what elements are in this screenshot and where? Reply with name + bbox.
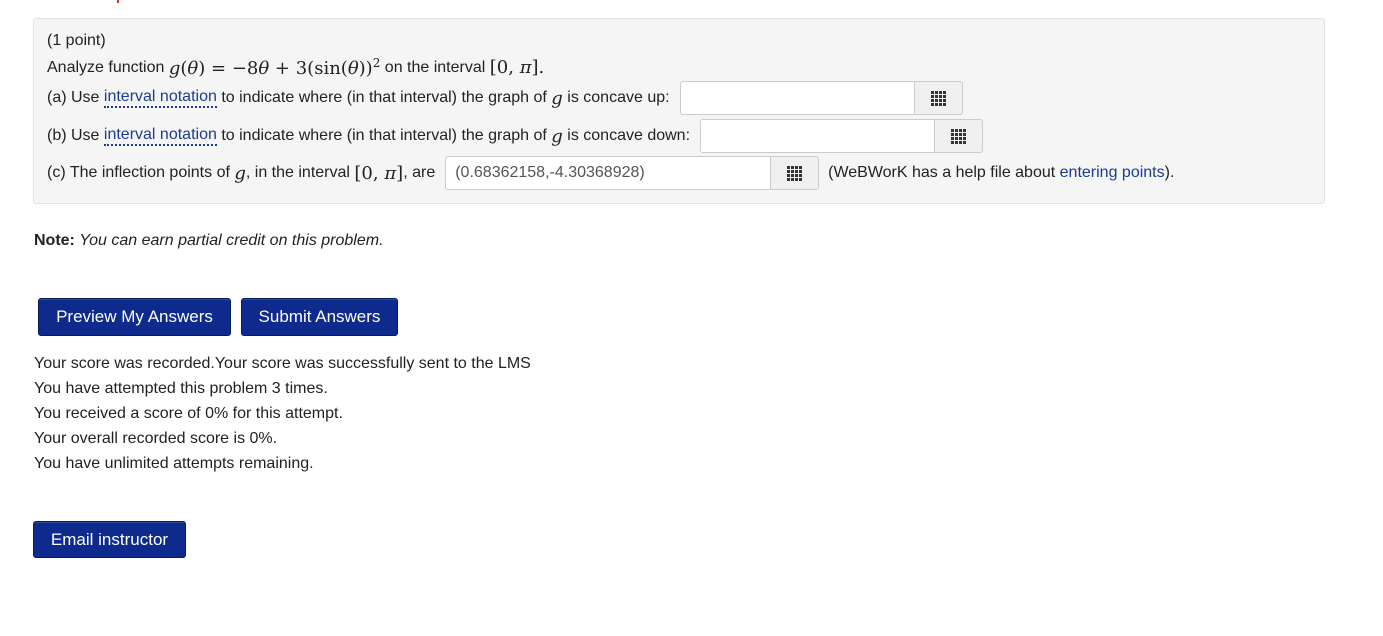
score-message-overall: Your overall recorded score is 0%. [34,430,278,447]
top-red-mark [117,0,119,3]
score-message-remaining: You have unlimited attempts remaining. [34,455,314,472]
grid-icon [930,90,946,106]
g-symbol: g [234,162,246,184]
entering-points-link[interactable]: entering points [1060,164,1165,182]
g-symbol: g [551,125,563,147]
interval-notation-link-a[interactable]: interval notation [103,88,217,108]
answer-c-group [445,156,820,190]
part-c: (c) The inflection points of g , in the … [47,156,1174,190]
g-symbol: g [551,87,563,109]
interval-formula: [0, π]. [489,57,545,78]
grid-icon [787,165,803,181]
inflection-points-input[interactable] [445,156,772,190]
math-palette-button-a[interactable] [914,81,963,115]
part-b: (b) Use interval notation to indicate wh… [47,119,984,153]
points-label: (1 point) [47,32,106,49]
preview-answers-button[interactable]: Preview My Answers [38,298,231,336]
score-message-recorded: Your score was recorded.Your score was s… [34,355,531,372]
math-palette-button-c[interactable] [771,156,820,190]
problem-statement: Analyze function g(θ) = −8θ + 3(sin(θ))2… [47,56,545,79]
math-palette-button-b[interactable] [935,119,984,153]
interval-notation-link-b[interactable]: interval notation [103,126,217,146]
grid-icon [951,128,967,144]
score-message-attempt-score: You received a score of 0% for this atte… [34,405,343,422]
function-formula: g(θ) = −8θ + 3(sin(θ))2 [168,56,381,79]
submit-answers-button[interactable]: Submit Answers [241,298,398,336]
answer-b-group [700,119,984,153]
answer-a-group [679,81,963,115]
concave-down-input[interactable] [700,119,936,153]
partial-credit-note: Note: You can earn partial credit on thi… [34,232,384,249]
concave-up-input[interactable] [679,81,915,115]
part-a: (a) Use interval notation to indicate wh… [47,81,963,115]
email-instructor-button[interactable]: Email instructor [33,521,186,558]
interval-formula: [0, π] [354,162,404,184]
problem-panel: (1 point) Analyze function g(θ) = −8θ + … [33,18,1325,204]
score-message-attempts: You have attempted this problem 3 times. [34,380,328,397]
